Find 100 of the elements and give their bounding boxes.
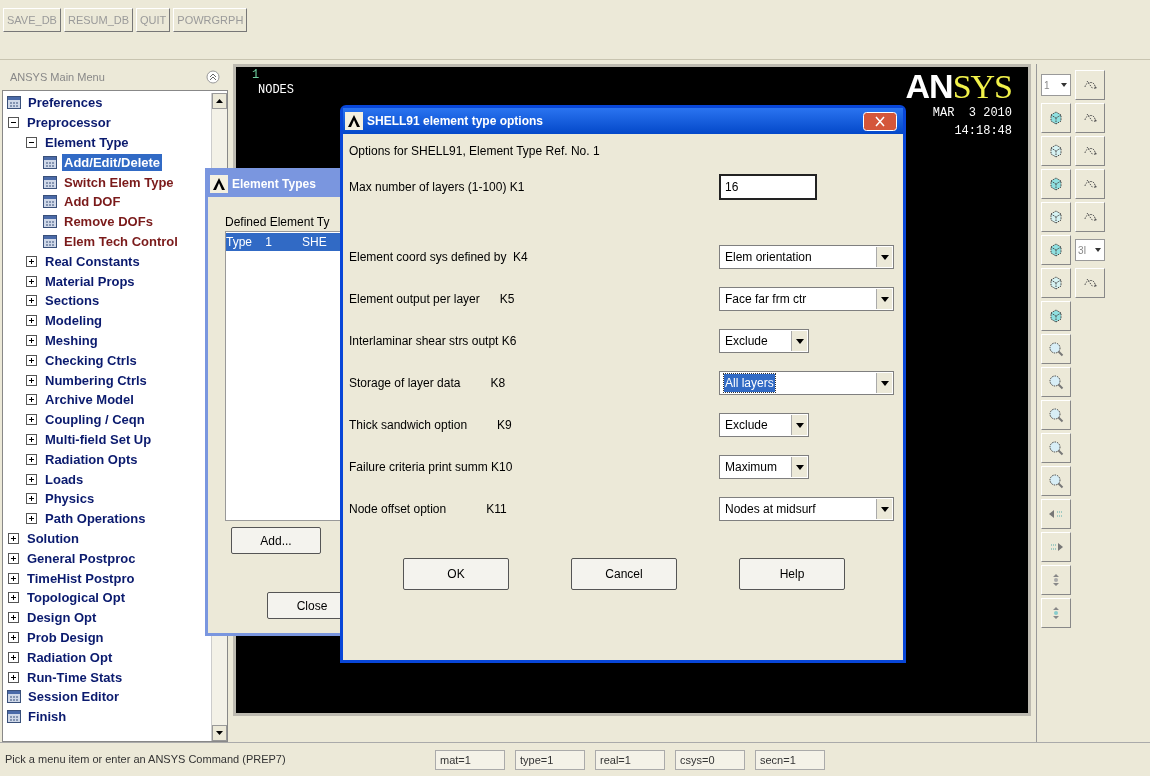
menu-group[interactable]: Prob Design bbox=[25, 628, 106, 646]
toolbar-button[interactable] bbox=[1075, 103, 1105, 133]
dropdown-arrow-button[interactable] bbox=[791, 457, 807, 477]
menu-group[interactable]: Radiation Opts bbox=[43, 450, 140, 468]
dropdown[interactable]: Elem orientation bbox=[719, 245, 894, 269]
expand-icon[interactable] bbox=[26, 433, 37, 445]
expand-icon[interactable] bbox=[26, 334, 37, 346]
expand-icon[interactable] bbox=[26, 453, 37, 465]
scroll-up-icon[interactable] bbox=[212, 93, 227, 109]
menu-group[interactable]: TimeHist Postpro bbox=[25, 569, 137, 587]
menu-item[interactable]: Finish bbox=[26, 708, 69, 726]
menu-group[interactable]: Run-Time Stats bbox=[25, 668, 125, 686]
menu-group[interactable]: General Postproc bbox=[25, 549, 138, 567]
toolbar-button[interactable] bbox=[1075, 202, 1105, 232]
toolbar-button[interactable] bbox=[1041, 235, 1071, 265]
expand-icon[interactable] bbox=[26, 315, 37, 327]
menu-group[interactable]: Meshing bbox=[43, 331, 100, 349]
toolbar-button[interactable] bbox=[1075, 169, 1105, 199]
dropdown[interactable]: Exclude bbox=[719, 329, 809, 353]
toolbar-button[interactable] bbox=[1041, 565, 1071, 595]
menu-group[interactable]: Material Props bbox=[43, 272, 137, 290]
dropdown[interactable]: Exclude bbox=[719, 413, 809, 437]
dialog-button[interactable]: Cancel bbox=[571, 558, 677, 590]
toolbar-button[interactable] bbox=[1041, 301, 1071, 331]
toolbar-button[interactable] bbox=[1041, 169, 1071, 199]
toolbar-button[interactable] bbox=[1075, 70, 1105, 100]
menu-group[interactable]: Multi-field Set Up bbox=[43, 430, 154, 448]
menu-item[interactable]: Switch Elem Type bbox=[62, 173, 176, 191]
menu-group[interactable]: Checking Ctrls bbox=[43, 351, 139, 369]
toolbar-button[interactable] bbox=[1041, 499, 1071, 529]
toolbar-button[interactable] bbox=[1041, 268, 1071, 298]
menu-group[interactable]: Sections bbox=[43, 292, 102, 310]
expand-icon[interactable] bbox=[26, 295, 37, 307]
menu-group[interactable]: Numbering Ctrls bbox=[43, 371, 149, 389]
toolbar-button[interactable] bbox=[1041, 202, 1071, 232]
expand-icon[interactable] bbox=[26, 354, 37, 366]
dropdown[interactable]: Nodes at midsurf bbox=[719, 497, 894, 521]
menu-group[interactable]: Radiation Opt bbox=[25, 648, 115, 666]
scroll-down-icon[interactable] bbox=[212, 725, 227, 741]
toolbar-button[interactable] bbox=[1041, 433, 1071, 463]
dropdown-arrow-button[interactable] bbox=[876, 373, 892, 393]
dropdown-arrow-button[interactable] bbox=[876, 289, 892, 309]
add-button[interactable]: Add... bbox=[231, 527, 321, 554]
menu-item[interactable]: Elem Tech Control bbox=[62, 232, 180, 250]
expand-icon[interactable] bbox=[8, 532, 19, 544]
dropdown[interactable]: All layers bbox=[719, 371, 894, 395]
menu-group[interactable]: Modeling bbox=[43, 312, 105, 330]
toolbar-button[interactable] bbox=[1041, 466, 1071, 496]
menu-item[interactable]: Remove DOFs bbox=[62, 213, 155, 231]
collapse-icon[interactable] bbox=[8, 117, 19, 129]
expand-icon[interactable] bbox=[26, 374, 37, 386]
menu-item[interactable]: Preferences bbox=[26, 94, 105, 112]
toolbar-button[interactable] bbox=[1041, 367, 1071, 397]
menu-group[interactable]: Physics bbox=[43, 490, 97, 508]
expand-icon[interactable] bbox=[8, 612, 19, 624]
expand-icon[interactable] bbox=[26, 493, 37, 505]
toolbar-button[interactable] bbox=[1041, 598, 1071, 628]
collapse-icon[interactable] bbox=[26, 137, 37, 148]
toolbar-button[interactable] bbox=[1041, 136, 1071, 166]
toolbar-button[interactable] bbox=[1075, 268, 1105, 298]
menu-group[interactable]: Path Operations bbox=[43, 510, 148, 528]
menu-group[interactable]: Loads bbox=[43, 470, 86, 488]
menu-group[interactable]: Topological Opt bbox=[25, 589, 127, 607]
menu-group[interactable]: Preprocessor bbox=[25, 114, 113, 132]
menu-group[interactable]: Element Type bbox=[43, 134, 131, 151]
menu-group[interactable]: Coupling / Ceqn bbox=[43, 411, 147, 429]
text-field[interactable]: 16 bbox=[719, 174, 817, 200]
menu-item[interactable]: Add DOF bbox=[62, 193, 123, 211]
menu-item[interactable]: Session Editor bbox=[26, 688, 122, 706]
expand-icon[interactable] bbox=[8, 651, 19, 663]
dropdown-arrow-button[interactable] bbox=[791, 415, 807, 435]
menu-group[interactable]: Real Constants bbox=[43, 252, 142, 270]
dropdown-arrow-button[interactable] bbox=[791, 331, 807, 351]
expand-icon[interactable] bbox=[26, 473, 37, 485]
menu-group[interactable]: Solution bbox=[25, 529, 81, 547]
toolbar-button[interactable] bbox=[1075, 136, 1105, 166]
expand-icon[interactable] bbox=[26, 255, 37, 267]
toolbar-button[interactable] bbox=[1041, 532, 1071, 562]
expand-icon[interactable] bbox=[26, 394, 37, 406]
close-icon[interactable] bbox=[863, 111, 897, 131]
view-dropdown[interactable]: 1 bbox=[1041, 74, 1071, 96]
toolbar-button[interactable] bbox=[1041, 400, 1071, 430]
expand-icon[interactable] bbox=[8, 552, 19, 564]
expand-icon[interactable] bbox=[26, 275, 37, 287]
menu-item[interactable]: Add/Edit/Delete bbox=[62, 153, 163, 171]
menu-group[interactable]: Archive Model bbox=[43, 391, 136, 409]
expand-icon[interactable] bbox=[26, 414, 37, 426]
dropdown[interactable]: Face far frm ctr bbox=[719, 287, 894, 311]
expand-icon[interactable] bbox=[8, 592, 19, 604]
expand-icon[interactable] bbox=[8, 671, 19, 683]
dialog-button[interactable]: Help bbox=[739, 558, 845, 590]
dropdown-arrow-button[interactable] bbox=[876, 499, 892, 519]
view-dropdown[interactable]: 3I bbox=[1075, 239, 1105, 261]
menu-group[interactable]: Design Opt bbox=[25, 609, 99, 627]
expand-icon[interactable] bbox=[26, 513, 37, 525]
expand-icon[interactable] bbox=[8, 572, 19, 584]
dropdown[interactable]: Maximum bbox=[719, 455, 809, 479]
expand-icon[interactable] bbox=[8, 631, 19, 643]
dialog-button[interactable]: OK bbox=[403, 558, 509, 590]
toolbar-button[interactable] bbox=[1041, 334, 1071, 364]
